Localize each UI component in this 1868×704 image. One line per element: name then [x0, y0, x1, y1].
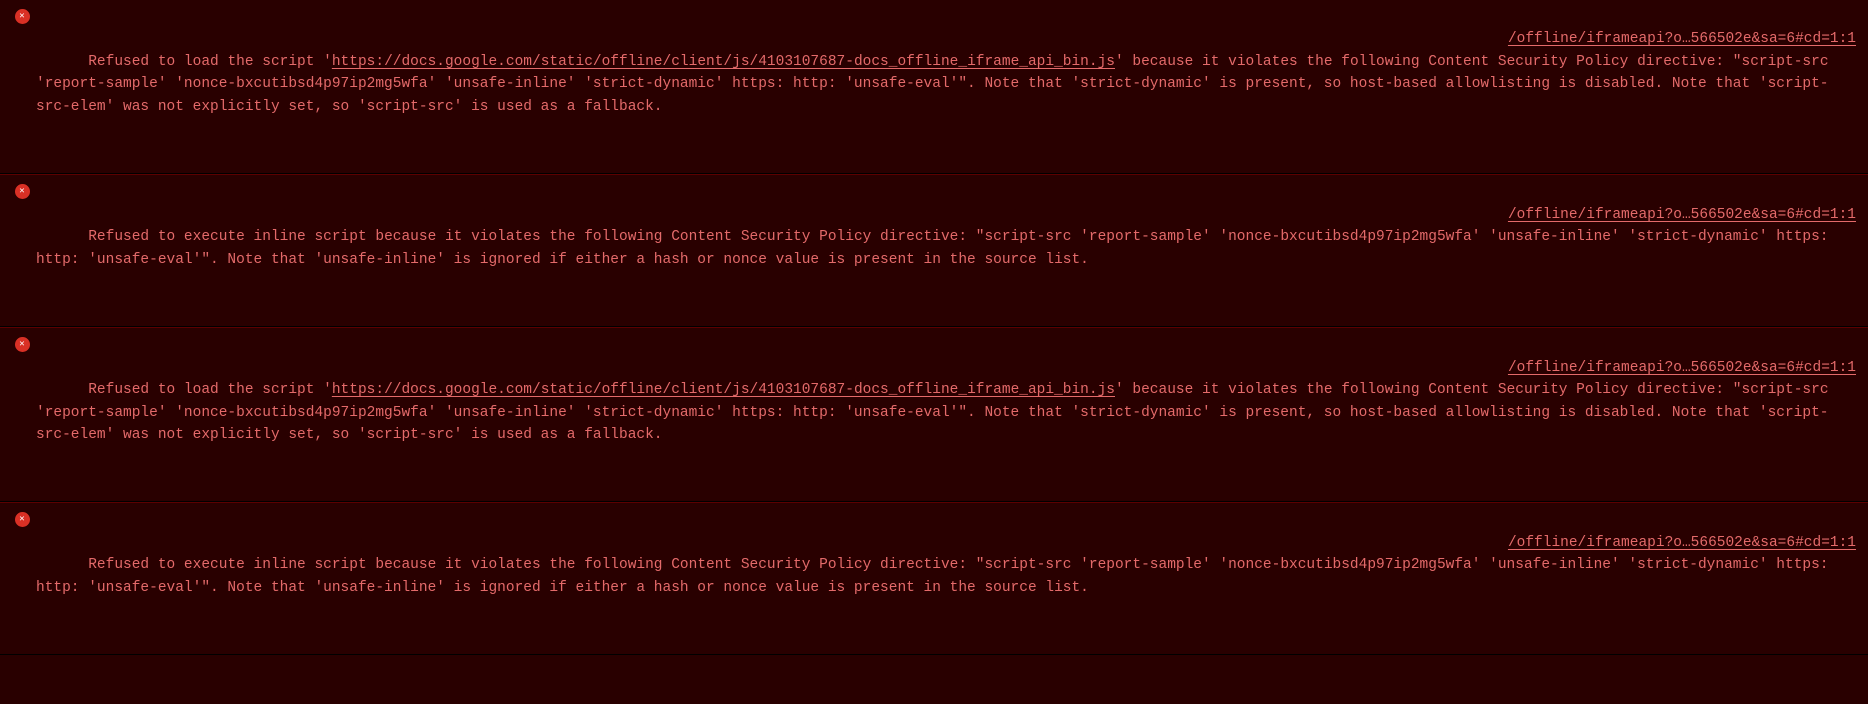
message-text: Refused to execute inline script because… — [36, 557, 1837, 595]
message-url-link[interactable]: https://docs.google.com/static/offline/c… — [332, 54, 1115, 70]
console-log: /offline/iframeapi?o…566502e&sa=6#cd=1:1… — [0, 0, 1868, 655]
source-link[interactable]: /offline/iframeapi?o…566502e&sa=6#cd=1:1 — [1488, 532, 1858, 554]
error-icon — [15, 9, 30, 24]
source-link[interactable]: /offline/iframeapi?o…566502e&sa=6#cd=1:1 — [1488, 28, 1858, 50]
message-column: /offline/iframeapi?o…566502e&sa=6#cd=1:1… — [36, 6, 1858, 163]
message-url-link[interactable]: https://docs.google.com/static/offline/c… — [332, 382, 1115, 398]
message-prefix: Refused to execute inline script because… — [36, 557, 1837, 595]
message-text: Refused to load the script 'https://docs… — [36, 54, 1837, 115]
message-prefix: Refused to load the script ' — [88, 54, 332, 70]
error-icon — [15, 337, 30, 352]
message-column: /offline/iframeapi?o…566502e&sa=6#cd=1:1… — [36, 181, 1858, 316]
console-error-entry[interactable]: /offline/iframeapi?o…566502e&sa=6#cd=1:1… — [0, 502, 1868, 655]
icon-column — [8, 6, 36, 163]
console-error-entry[interactable]: /offline/iframeapi?o…566502e&sa=6#cd=1:1… — [0, 174, 1868, 327]
icon-column — [8, 509, 36, 644]
icon-column — [8, 181, 36, 316]
console-error-entry[interactable]: /offline/iframeapi?o…566502e&sa=6#cd=1:1… — [0, 0, 1868, 174]
error-icon — [15, 512, 30, 527]
icon-column — [8, 334, 36, 491]
console-error-entry[interactable]: /offline/iframeapi?o…566502e&sa=6#cd=1:1… — [0, 327, 1868, 502]
source-link[interactable]: /offline/iframeapi?o…566502e&sa=6#cd=1:1 — [1488, 204, 1858, 226]
error-icon — [15, 184, 30, 199]
message-text: Refused to load the script 'https://docs… — [36, 382, 1837, 443]
message-prefix: Refused to execute inline script because… — [36, 229, 1837, 267]
message-text: Refused to execute inline script because… — [36, 229, 1837, 267]
message-column: /offline/iframeapi?o…566502e&sa=6#cd=1:1… — [36, 334, 1858, 491]
message-column: /offline/iframeapi?o…566502e&sa=6#cd=1:1… — [36, 509, 1858, 644]
message-prefix: Refused to load the script ' — [88, 382, 332, 398]
source-link[interactable]: /offline/iframeapi?o…566502e&sa=6#cd=1:1 — [1488, 357, 1858, 379]
